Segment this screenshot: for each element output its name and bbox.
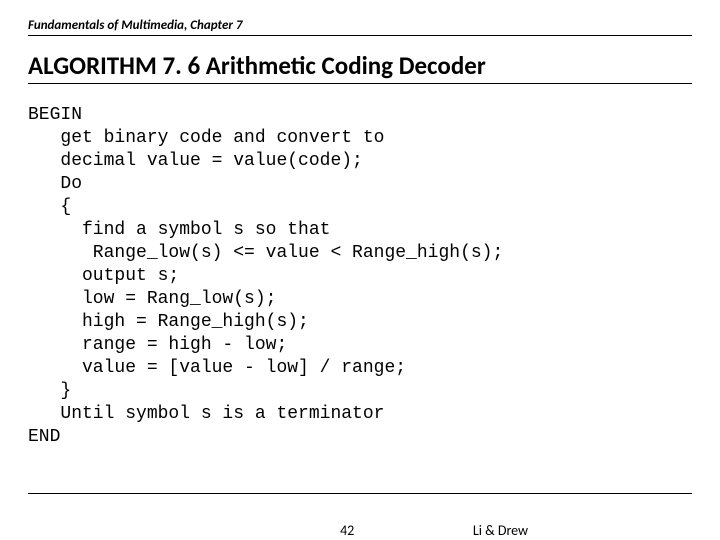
page-number: 42 <box>340 522 354 539</box>
chapter-header: Fundamentals of Multimedia, Chapter 7 <box>28 18 692 33</box>
algorithm-code: BEGIN get binary code and convert to dec… <box>28 104 692 449</box>
divider-footer <box>28 493 692 494</box>
authors: Li & Drew <box>473 522 528 539</box>
divider-top <box>28 35 692 36</box>
page-title: ALGORITHM 7. 6 Arithmetic Coding Decoder <box>28 50 692 81</box>
divider-under-title <box>28 83 692 84</box>
